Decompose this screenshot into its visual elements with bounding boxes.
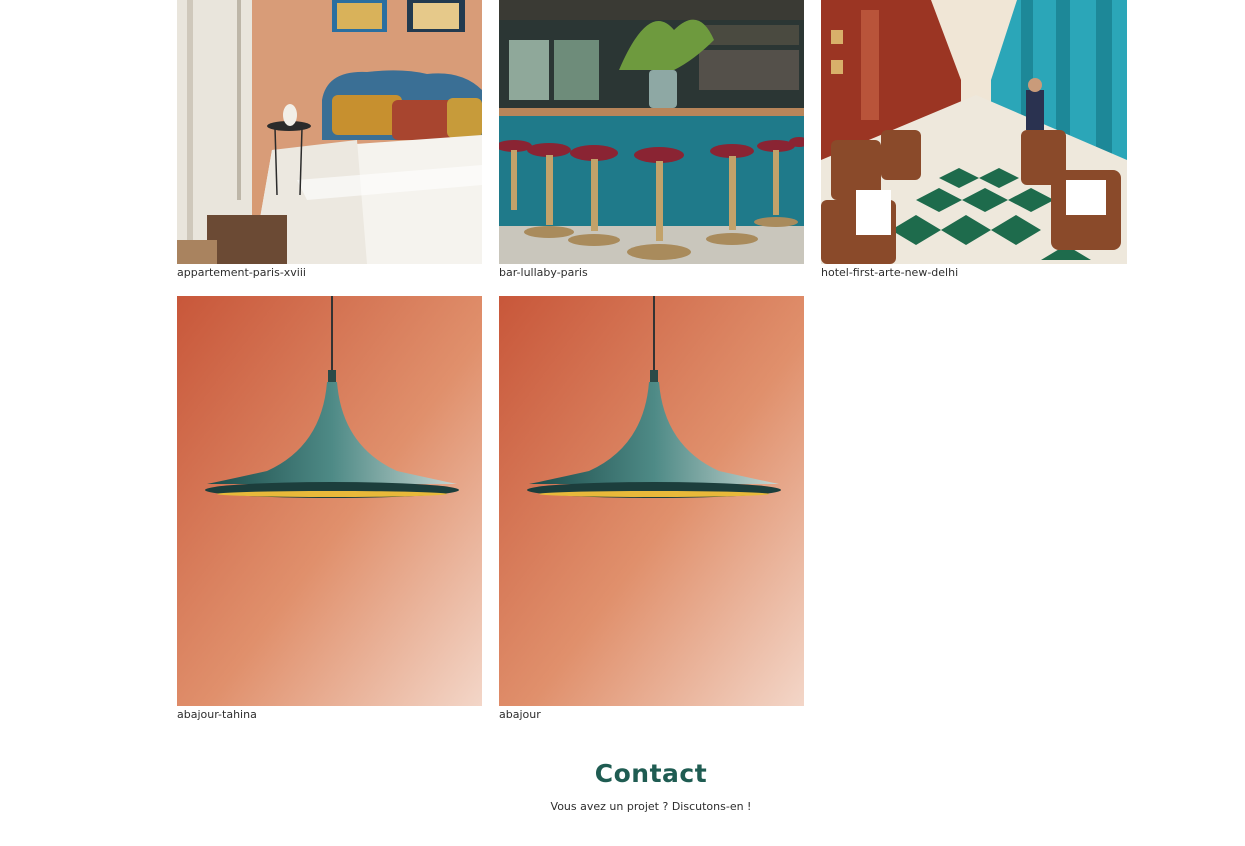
pendant-lamp-photo[interactable] xyxy=(177,296,482,706)
gallery-caption: abajour-tahina xyxy=(177,708,257,721)
gallery-item-abajour-tahina[interactable]: abajour-tahina xyxy=(177,296,482,722)
pendant-lamp-photo[interactable] xyxy=(499,296,804,706)
restaurant-photo[interactable] xyxy=(821,0,1127,264)
project-gallery: appartement-paris-xviii bar-lullaby-pari… xyxy=(0,0,1245,846)
gallery-caption: appartement-paris-xviii xyxy=(177,266,306,279)
gallery-caption: hotel-first-arte-new-delhi xyxy=(821,266,959,279)
contact-subtitle: Vous avez un projet ? Discutons-en ! xyxy=(550,800,752,813)
gallery-caption: abajour xyxy=(499,708,541,721)
bedroom-photo[interactable] xyxy=(177,0,482,264)
gallery-item-hotel-first-arte-new-delhi[interactable]: hotel-first-arte-new-delhi xyxy=(821,0,1127,280)
gallery-item-appartement-paris-xviii[interactable]: appartement-paris-xviii xyxy=(177,0,482,280)
contact-title: Contact xyxy=(594,759,708,788)
bar-photo[interactable] xyxy=(499,0,804,264)
gallery-item-bar-lullaby-paris[interactable]: bar-lullaby-paris xyxy=(499,0,804,280)
gallery-caption: bar-lullaby-paris xyxy=(499,266,588,279)
contact-section: Contact Vous avez un projet ? Discutons-… xyxy=(0,758,1245,813)
gallery-item-abajour[interactable]: abajour xyxy=(499,296,804,722)
